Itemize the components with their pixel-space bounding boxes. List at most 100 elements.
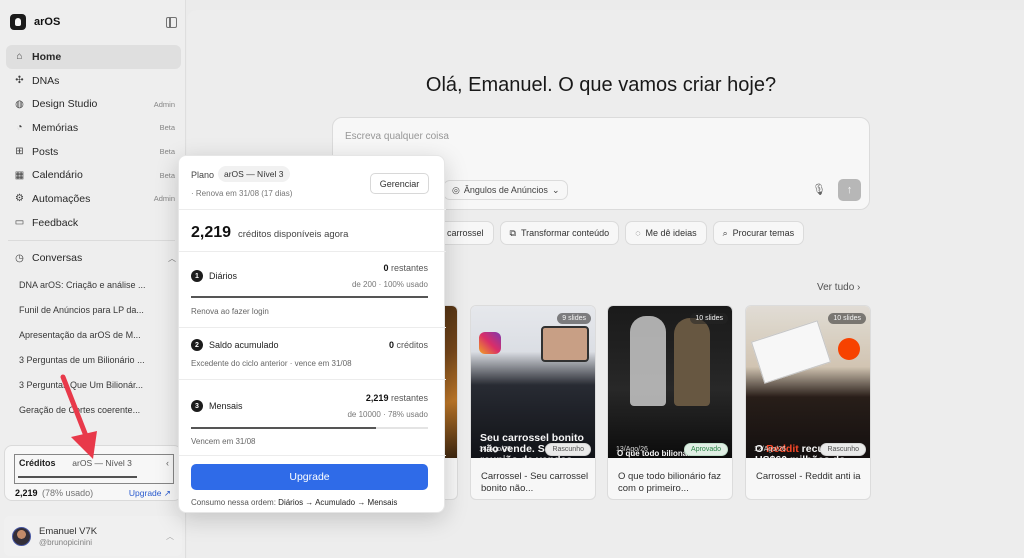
sidebar-item-automacoes[interactable]: ⚙ Automações Admin: [6, 187, 181, 211]
card-date: 13/Ago/26: [616, 446, 648, 453]
quick-action-label: Me dê ideias: [645, 228, 697, 238]
sidebar: arOS ⌂ Home ✣ DNAs ◍ Design Studio Admin…: [0, 0, 186, 558]
card-thumbnail: [608, 306, 732, 458]
conversation-item[interactable]: Apresentação da arOS de M...: [19, 329, 179, 354]
sidebar-item-calendario[interactable]: ▦ Calendário Beta: [6, 163, 181, 187]
reddit-icon: [838, 338, 860, 360]
quick-action-search-topics[interactable]: ⌕ Procurar temas: [712, 221, 805, 245]
quick-action-ideas[interactable]: ◌ Me dê ideias: [625, 221, 707, 245]
slides-badge: 10 slides: [690, 313, 728, 324]
row-value: 0 créditos: [389, 340, 428, 350]
carousel-card[interactable]: 9 slides Seu carrossel bonito não vende.…: [470, 305, 596, 500]
chevron-up-icon[interactable]: ︿: [168, 253, 176, 264]
row-note: Vencem em 31/08: [191, 437, 256, 446]
carousel-card[interactable]: 10 slides O que todo bilionário faz com …: [607, 305, 733, 500]
conversation-item[interactable]: DNA arOS: Criação e análise ...: [19, 279, 179, 304]
quick-actions: ovo carrossel ⧉ Transformar conteúdo ◌ M…: [420, 221, 805, 245]
sidebar-item-posts[interactable]: ⊞ Posts Beta: [6, 140, 181, 164]
user-handle: @brunopicinini: [39, 537, 93, 547]
microphone-icon[interactable]: 🎙: [812, 183, 826, 196]
sidebar-item-design-studio[interactable]: ◍ Design Studio Admin: [6, 92, 181, 116]
credits-percent: (78% usado): [42, 488, 94, 498]
user-menu[interactable]: Emanuel V7K @brunopicinini ︿: [4, 516, 182, 556]
row-progress-bar: [191, 427, 428, 429]
check-image: [750, 320, 832, 384]
palette-icon: ◍: [15, 98, 24, 110]
row-name: Mensais: [209, 401, 243, 411]
step-number: 3: [191, 400, 203, 412]
home-icon: ⌂: [16, 51, 23, 63]
app-name: arOS: [34, 16, 61, 28]
globe-icon: ◎: [452, 184, 460, 195]
available-credits: 2,219: [191, 224, 232, 241]
row-value-number: 0: [388, 340, 394, 350]
card-title: Carrossel - Reddit anti ia: [756, 471, 861, 482]
sidebar-item-dnas[interactable]: ✣ DNAs: [6, 69, 181, 93]
search-icon: ⌕: [722, 227, 728, 238]
credits-amount-value: 2,219: [15, 488, 38, 498]
sidebar-item-label: Posts: [32, 145, 59, 158]
sidebar-item-label: Design Studio: [32, 98, 98, 111]
credits-title: Créditos: [19, 458, 56, 468]
slides-badge: 9 slides: [557, 313, 591, 324]
consumption-label: Consumo nessa ordem:: [191, 498, 276, 507]
instagram-icon: [479, 332, 501, 354]
sidebar-item-badge: Beta: [159, 170, 175, 180]
transform-icon: ⧉: [509, 227, 516, 238]
upgrade-link[interactable]: Upgrade ↗: [129, 488, 171, 499]
quick-action-transform[interactable]: ⧉ Transformar conteúdo: [499, 221, 620, 245]
plan-label: Plano: [191, 170, 215, 180]
credit-row-daily: 1 Diários 0 restantes de 200 · 100% usad…: [179, 252, 446, 328]
sidebar-item-badge: Beta: [159, 147, 175, 157]
chevron-down-icon: ⌄: [551, 184, 560, 195]
sidebar-item-label: Automações: [32, 192, 91, 205]
plan-section: Plano arOS — Nível 3 · Renova em 31/08 (…: [179, 156, 446, 210]
memory-icon: ◔: [16, 122, 23, 134]
carousel-card[interactable]: 10 slides O Reddit recusou US$60 milhões…: [745, 305, 871, 500]
sidebar-item-label: Feedback: [32, 216, 79, 229]
credits-progress-bar: [18, 476, 137, 478]
sidebar-item-home[interactable]: ⌂ Home: [6, 45, 181, 69]
conversations-header[interactable]: ◷ Conversas ︿: [14, 252, 176, 264]
avatar: [12, 526, 31, 546]
sidebar-item-memorias[interactable]: ◔ Memórias Beta: [6, 116, 181, 140]
angle-selector[interactable]: ◎ Ângulos de Anúncios ⌄: [443, 180, 569, 200]
sidebar-toggle-icon[interactable]: [166, 17, 177, 28]
step-number: 2: [191, 339, 203, 351]
conversation-item[interactable]: Funil de Anúncios para LP da...: [19, 304, 179, 329]
row-usage: de 10000 · 78% usado: [347, 410, 428, 419]
status-badge: Rascunho: [820, 443, 866, 456]
aros-logo-icon: [10, 14, 26, 30]
prompt-input[interactable]: Escreva qualquer coisa: [345, 131, 449, 142]
user-info: Emanuel V7K @brunopicinini: [39, 526, 97, 547]
upgrade-button[interactable]: Upgrade: [191, 464, 428, 490]
sidebar-item-badge: Admin: [153, 194, 175, 204]
conversations-label: Conversas: [32, 252, 83, 264]
history-icon: ◷: [15, 252, 24, 264]
row-usage: de 200 · 100% usado: [351, 280, 428, 289]
chevron-left-icon[interactable]: ‹: [166, 458, 169, 468]
lightbulb-icon: ◌: [635, 228, 641, 238]
calendar-icon: ▦: [14, 169, 25, 181]
row-value: 2,219 restantes: [366, 393, 428, 403]
row-value: 0 restantes: [383, 263, 428, 273]
row-name: Diários: [209, 271, 238, 281]
arrow-head: [71, 431, 97, 459]
manage-button[interactable]: Gerenciar: [370, 173, 429, 194]
person-image: [674, 318, 710, 406]
step-number: 1: [191, 270, 203, 282]
quick-action-label: Procurar temas: [732, 228, 795, 238]
brand[interactable]: arOS: [10, 14, 60, 30]
see-all-link[interactable]: Ver tudo ›: [817, 282, 860, 293]
credit-row-monthly: 3 Mensais 2,219 restantes de 10000 · 78%…: [179, 380, 446, 456]
row-progress-fill: [191, 296, 428, 298]
card-title: Carrossel - Seu carrossel bonito não...: [481, 471, 589, 494]
sidebar-item-feedback[interactable]: ▭ Feedback: [6, 211, 181, 235]
send-button[interactable]: ↑: [838, 179, 861, 201]
sidebar-item-badge: Admin: [153, 99, 175, 109]
row-note: Excedente do ciclo anterior · vence em 3…: [191, 359, 352, 368]
row-value-unit: restantes: [390, 393, 428, 403]
available-label: créditos disponíveis agora: [238, 229, 349, 240]
sidebar-item-label: Memórias: [32, 121, 79, 134]
laptop-image: [541, 326, 589, 362]
